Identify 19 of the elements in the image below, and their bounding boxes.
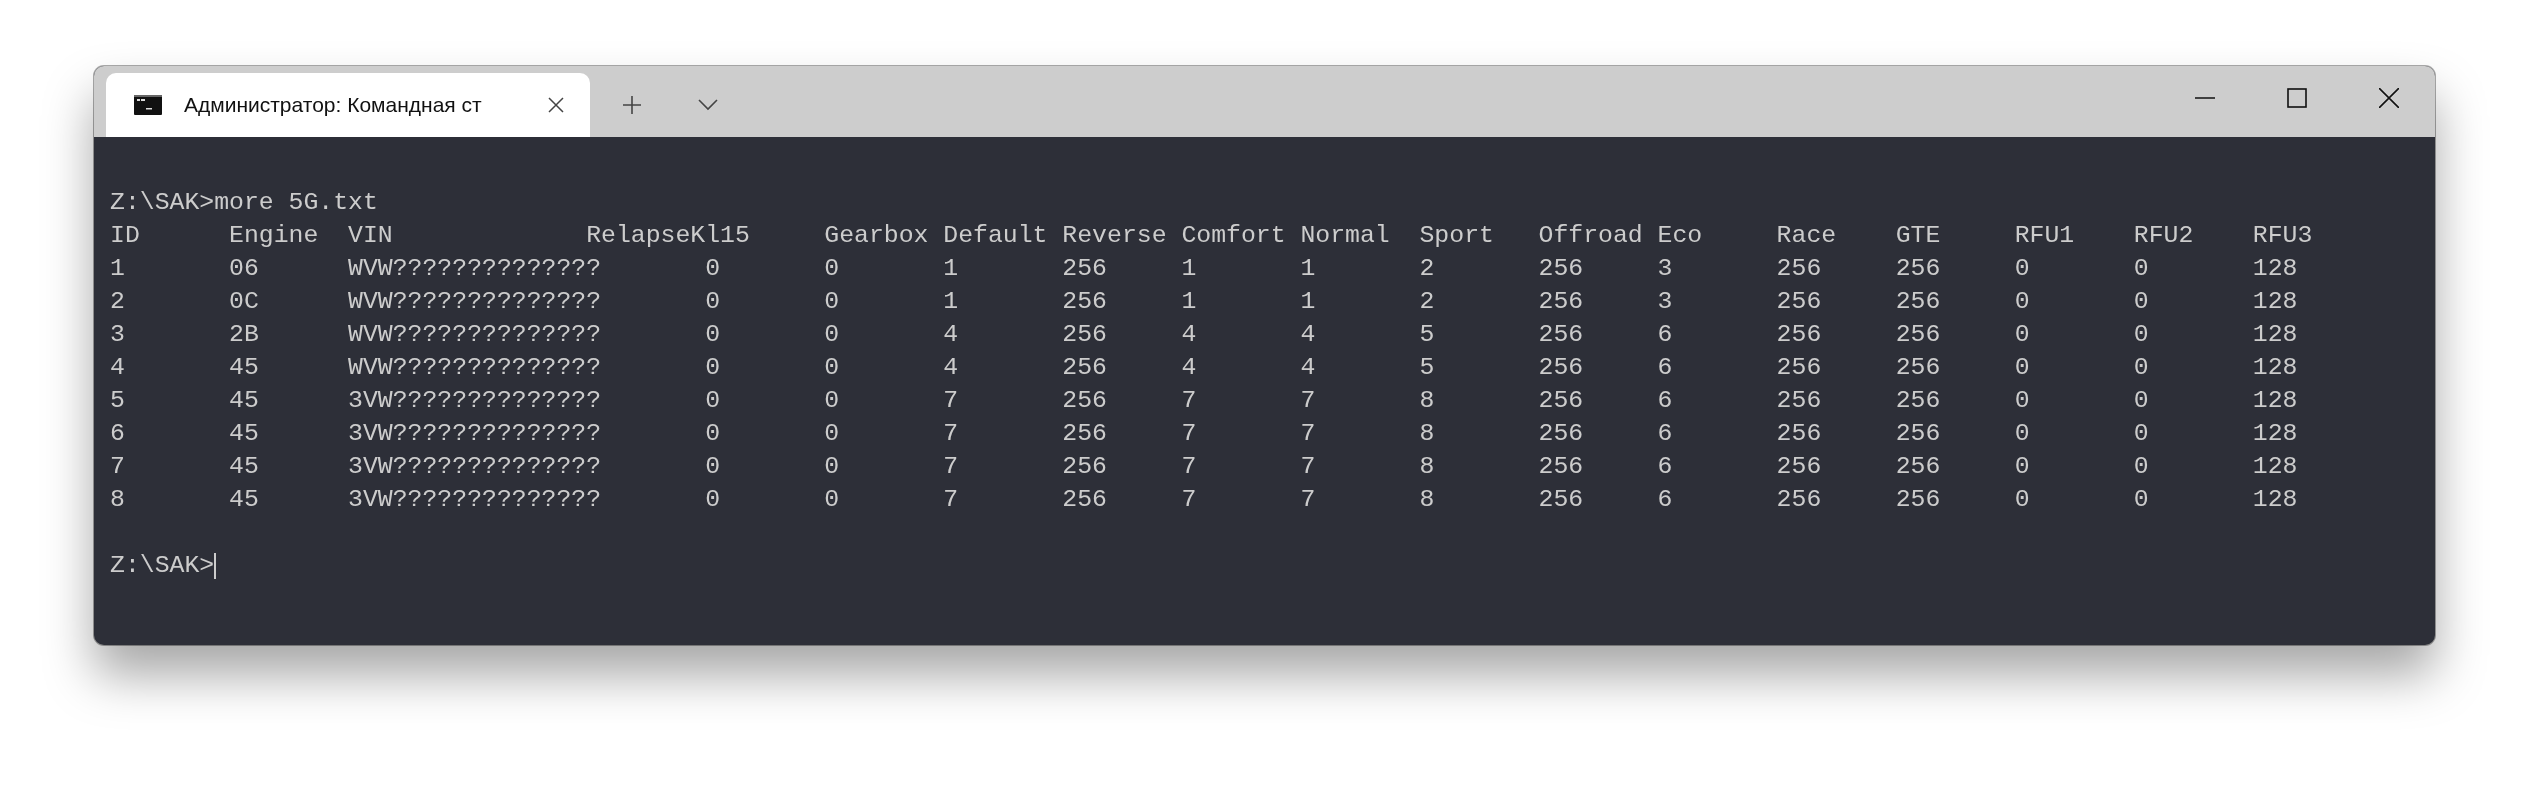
table-row-text: 5 45 3VW?????????????? 0 0 7 256 7 7 8 256 6 256 256 0 0 128 (110, 385, 2298, 416)
close-icon (548, 97, 564, 113)
table-row-text: 2 0C WVW?????????????? 0 0 1 256 1 1 2 256 3 256 256 0 0 128 (110, 286, 2298, 317)
table-row-text: 4 45 WVW?????????????? 0 0 4 256 4 4 5 256 6 256 256 0 0 128 (110, 352, 2298, 383)
terminal-icon (134, 95, 162, 115)
table-row-text: 3 2B WVW?????????????? 0 0 4 256 4 4 5 256 6 256 256 0 0 128 (110, 319, 2298, 350)
maximize-icon (2287, 87, 2307, 108)
table-row-text: 7 45 3VW?????????????? 0 0 7 256 7 7 8 256 6 256 256 0 0 128 (110, 451, 2298, 482)
tab[interactable]: Администратор: Командная ст (106, 73, 590, 137)
table-row-text: 1 06 WVW?????????????? 0 0 1 256 1 1 2 256 3 256 256 0 0 128 (110, 253, 2298, 284)
minimize-icon (2195, 96, 2215, 99)
prompt: Z:\SAK> (110, 550, 215, 581)
plus-icon (622, 95, 642, 115)
command-line: Z:\SAK>more 5G.txt (110, 187, 378, 218)
table-row-text: 8 45 3VW?????????????? 0 0 7 256 7 7 8 256 6 256 256 0 0 128 (110, 484, 2298, 515)
table-header: ID Engine VIN RelapseKl15 Gearbox Default Reverse Comfort Normal Sport Offroad Eco Race GTE RFU1 RFU2 RFU3 (110, 220, 2313, 251)
chevron-down-icon (698, 99, 718, 111)
table-row-text: 6 45 3VW?????????????? 0 0 7 256 7 7 8 256 6 256 256 0 0 128 (110, 418, 2298, 449)
close-icon (2379, 87, 2399, 108)
